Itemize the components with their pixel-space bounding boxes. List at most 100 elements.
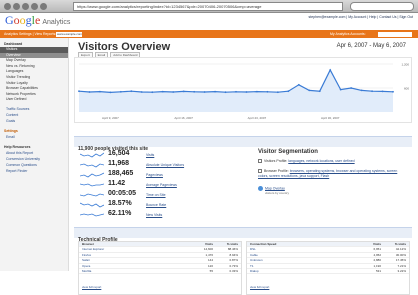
- metric-label[interactable]: Time on Site: [146, 193, 166, 197]
- visits-summary-header: 11,900 people visited this site: [74, 136, 412, 152]
- logo-google: G: [5, 13, 14, 27]
- browser-search-input[interactable]: [350, 2, 414, 11]
- row-percent: 0.33%: [229, 268, 238, 273]
- y-tick-label: 1,200: [401, 63, 409, 67]
- row-visits: 531: [375, 268, 381, 273]
- visitors-profile-label: Visitors Profile:: [264, 159, 288, 163]
- data-point[interactable]: [245, 91, 248, 93]
- sparkline-icon: [80, 213, 104, 217]
- account-select[interactable]: [378, 31, 412, 37]
- row-label[interactable]: Mozilla: [82, 269, 91, 274]
- series-line: [78, 68, 394, 94]
- data-point[interactable]: [224, 91, 227, 94]
- orange-nav-bar: Analytics Settings | View Reports: www.e…: [0, 30, 418, 38]
- visitor-segmentation-title: Visitor Segmentation: [258, 149, 318, 155]
- x-tick-label: April 9, 2007: [102, 116, 119, 120]
- metric-label[interactable]: Absolute Unique Visitors: [146, 163, 184, 167]
- logo-e: e: [35, 13, 41, 27]
- x-tick-label: April 23, 2007: [248, 116, 267, 120]
- connection-speed-table: Connection Speed Visits% visits DSL 6,951 42…: [246, 241, 410, 295]
- data-point[interactable]: [182, 90, 185, 93]
- forward-icon[interactable]: [13, 3, 20, 10]
- data-point[interactable]: [78, 90, 80, 93]
- stop-icon[interactable]: [31, 3, 38, 10]
- metric-value: 11,968: [108, 160, 130, 167]
- data-point[interactable]: [256, 90, 258, 93]
- help-report-finder[interactable]: Report Finder: [0, 168, 68, 174]
- metric-label[interactable]: New Visits: [146, 213, 162, 217]
- data-point[interactable]: [371, 90, 373, 93]
- metric-label[interactable]: Visits: [146, 153, 154, 157]
- globe-icon: [258, 186, 263, 191]
- data-point[interactable]: [350, 87, 353, 89]
- view-full-report-link[interactable]: view full report: [250, 285, 269, 289]
- checkbox-icon[interactable]: [258, 169, 262, 174]
- data-point[interactable]: [297, 83, 300, 86]
- data-point[interactable]: [88, 91, 91, 93]
- data-point[interactable]: [235, 90, 237, 93]
- metric-value: 18.57%: [108, 200, 132, 207]
- data-point[interactable]: [151, 91, 154, 94]
- reload-icon[interactable]: [22, 3, 29, 10]
- row-label[interactable]: Dialup: [250, 269, 259, 274]
- metric-value: 188,465: [108, 170, 134, 177]
- data-point[interactable]: [193, 90, 196, 93]
- browser-profile-label: Browser Profile:: [264, 169, 289, 173]
- site-select[interactable]: www.example.com: [56, 31, 82, 37]
- data-point[interactable]: [119, 90, 122, 93]
- data-point[interactable]: [161, 90, 164, 93]
- visitors-profile-row: Visitors Profile: languages, network loc…: [258, 159, 355, 164]
- data-point[interactable]: [140, 91, 143, 93]
- table-row: Mozilla 55 0.33%: [79, 268, 241, 275]
- map-overlay-link[interactable]: Map Overlay: [265, 186, 285, 190]
- visitors-profile-links[interactable]: languages, network locations, user defin…: [288, 159, 354, 163]
- data-point[interactable]: [360, 89, 363, 92]
- sparkline-icon: [80, 183, 104, 187]
- data-point[interactable]: [276, 91, 279, 94]
- x-tick-label: April 30, 2007: [321, 116, 340, 120]
- sparkline-icon: [80, 152, 104, 158]
- metric-label[interactable]: Pageviews: [146, 173, 163, 177]
- sidebar: Dashboard Visitors Overview Map Overlay …: [0, 38, 69, 271]
- data-point[interactable]: [203, 91, 206, 93]
- data-point[interactable]: [214, 90, 216, 93]
- top-links[interactable]: stephen@example.com | My Account | Help …: [309, 15, 413, 19]
- my-accounts-label: My Analytics Accounts:: [330, 32, 366, 36]
- data-point[interactable]: [339, 88, 342, 91]
- data-point[interactable]: [130, 90, 133, 93]
- data-point[interactable]: [318, 90, 321, 93]
- map-overlay-row: Map Overlay visitors by country: [258, 186, 289, 195]
- sparkline-icon: [80, 193, 104, 197]
- metric-value: 16,504: [108, 150, 130, 157]
- data-point[interactable]: [99, 90, 101, 93]
- data-point[interactable]: [381, 90, 384, 93]
- address-bar[interactable]: https://www.google.com/analytics/reporti…: [73, 2, 343, 11]
- metric-value: 11.42: [108, 180, 126, 187]
- metric-value: 00:05:05: [108, 190, 137, 197]
- row-visits: 55: [209, 268, 213, 273]
- view-full-report-link[interactable]: view full report: [82, 285, 101, 289]
- analytics-settings-link[interactable]: Analytics Settings | View Reports:: [4, 30, 56, 38]
- metric-label[interactable]: Bounce Rate: [146, 203, 166, 207]
- checkbox-icon[interactable]: [258, 159, 262, 164]
- data-point[interactable]: [109, 91, 112, 94]
- table-row: Dialup 531 3.22%: [247, 268, 409, 275]
- technical-profile-header: Technical Profile: [74, 227, 412, 243]
- data-point[interactable]: [329, 69, 332, 71]
- visits-chart[interactable]: 1,200 600 April 9, 2007 April 16, 2007 April…: [74, 57, 412, 123]
- data-point[interactable]: [308, 89, 311, 92]
- data-point[interactable]: [287, 90, 290, 93]
- date-range-picker[interactable]: Apr 6, 2007 - May 6, 2007: [337, 43, 406, 49]
- sparkline-icon: [80, 163, 104, 168]
- data-point[interactable]: [172, 91, 175, 93]
- metric-label[interactable]: Average Pageviews: [146, 183, 177, 187]
- browser-table: Browser Visits% visits Internet Explorer 14…: [78, 241, 242, 295]
- data-point[interactable]: [392, 90, 394, 93]
- data-point[interactable]: [266, 90, 269, 93]
- back-icon[interactable]: [4, 3, 11, 10]
- browser-profile-row: Browser Profile: browsers, operating sys…: [258, 169, 408, 178]
- google-analytics-logo[interactable]: Google Analytics: [5, 13, 70, 30]
- map-overlay-caption: visitors by country: [265, 191, 290, 195]
- y-tick-label: 600: [404, 87, 409, 91]
- home-icon[interactable]: [40, 3, 47, 10]
